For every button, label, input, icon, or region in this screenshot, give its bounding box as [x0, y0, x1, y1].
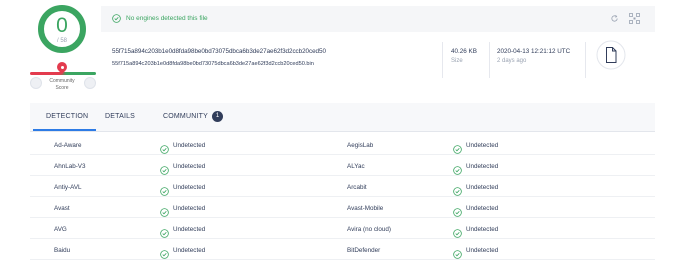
table-row: [30, 155, 655, 176]
engine-name: ALYac: [347, 163, 365, 170]
table-row: [30, 218, 655, 239]
engine-name: Ad-Aware: [54, 142, 82, 149]
community-upvote-button[interactable]: [84, 77, 96, 89]
active-tab-indicator: [33, 129, 96, 131]
divider: [489, 42, 490, 78]
check-circle-icon: [160, 183, 169, 196]
check-circle-icon: [160, 141, 169, 154]
tab-community[interactable]: COMMUNITY: [163, 113, 208, 120]
file-name: 55f715a894c203b1e0d8fda98be0bd73075dbca6…: [112, 61, 314, 67]
table-row: [30, 134, 655, 155]
check-circle-icon: [453, 225, 462, 238]
engine-result: Undetected: [173, 142, 206, 149]
engine-result: Undetected: [173, 205, 206, 212]
engine-result: Undetected: [173, 184, 206, 191]
community-downvote-button[interactable]: [30, 77, 42, 89]
analysis-date-value: 2020-04-13 12:21:12 UTC: [497, 48, 571, 55]
analysis-date-relative: 2 days ago: [497, 58, 527, 64]
detection-count: 0: [56, 14, 68, 37]
check-circle-icon: [453, 183, 462, 196]
engine-name: Avast-Mobile: [347, 205, 384, 212]
engine-total: / 58: [56, 38, 67, 44]
check-circle-icon: [160, 246, 169, 259]
engine-result: Undetected: [173, 247, 206, 254]
table-row: [30, 239, 655, 260]
check-circle-icon: [453, 162, 462, 175]
file-size-value: 40.26 KB: [451, 48, 477, 55]
engine-result: Undetected: [466, 163, 499, 170]
engine-result: Undetected: [173, 226, 206, 233]
check-circle-icon: [112, 14, 121, 23]
file-icon: [596, 40, 626, 70]
check-circle-icon: [160, 204, 169, 217]
engine-result: Undetected: [466, 205, 499, 212]
engine-name: Avast: [54, 205, 70, 212]
file-size-label: Size: [451, 58, 463, 64]
engine-name: BitDefender: [347, 247, 381, 254]
engine-name: Baidu: [54, 247, 71, 254]
table-row: [30, 197, 655, 218]
table-row: [30, 176, 655, 197]
reanalyze-icon[interactable]: [610, 14, 619, 23]
community-label-line1: Community: [49, 78, 75, 84]
community-count-badge: 1: [212, 111, 223, 122]
engine-result: Undetected: [173, 163, 206, 170]
file-hash[interactable]: 55f715a894c203b1e0d8fda98be0bd73075dbca6…: [112, 48, 326, 55]
tab-detection[interactable]: DETECTION: [46, 113, 88, 120]
engine-result: Undetected: [466, 247, 499, 254]
divider: [442, 42, 443, 78]
check-circle-icon: [453, 204, 462, 217]
community-score-marker-dot: [60, 65, 64, 69]
engine-name: AVG: [54, 226, 67, 233]
engine-name: Avira (no cloud): [347, 226, 391, 233]
engine-name: AhnLab-V3: [54, 163, 86, 170]
engine-name: AegisLab: [347, 142, 374, 149]
check-circle-icon: [453, 246, 462, 259]
engine-result: Undetected: [466, 226, 499, 233]
community-label-line2: Score: [55, 85, 69, 91]
detection-score-ring: 0 / 58: [38, 5, 86, 53]
check-circle-icon: [453, 141, 462, 154]
engine-name: Antiy-AVL: [54, 184, 82, 191]
community-score-label: Community Score: [44, 78, 80, 92]
check-circle-icon: [160, 162, 169, 175]
engine-result: Undetected: [466, 184, 499, 191]
similar-files-icon[interactable]: [629, 13, 640, 24]
status-text: No engines detected this file: [126, 15, 208, 22]
engine-name: Arcabit: [347, 184, 367, 191]
tab-details[interactable]: DETAILS: [105, 113, 135, 120]
engine-result: Undetected: [466, 142, 499, 149]
check-circle-icon: [160, 225, 169, 238]
divider: [585, 42, 586, 78]
file-info-panel: [101, 37, 655, 97]
